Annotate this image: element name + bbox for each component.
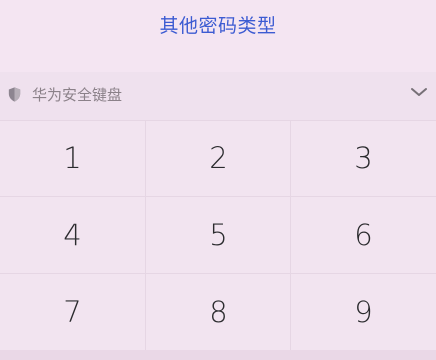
key-8[interactable]: 8 <box>146 274 291 350</box>
keyboard-title: 华为安全键盘 <box>32 86 123 104</box>
key-3[interactable]: 3 <box>291 120 436 196</box>
keypad-divider <box>145 120 146 360</box>
key-1[interactable]: 1 <box>0 120 145 196</box>
keypad-next-row-edge <box>0 350 436 360</box>
keypad-divider <box>0 273 436 274</box>
keypad-divider <box>0 196 436 197</box>
other-password-types-link[interactable]: 其他密码类型 <box>0 10 436 42</box>
chevron-down-icon[interactable] <box>409 84 429 100</box>
keypad-divider <box>0 120 436 121</box>
key-7[interactable]: 7 <box>0 274 145 350</box>
key-9[interactable]: 9 <box>291 274 436 350</box>
key-4[interactable]: 4 <box>0 197 145 273</box>
shield-icon <box>8 87 21 102</box>
key-5[interactable]: 5 <box>146 197 291 273</box>
keypad-divider <box>290 120 291 360</box>
key-6[interactable]: 6 <box>291 197 436 273</box>
numeric-keypad: 1 2 3 4 5 6 7 8 9 <box>0 120 436 360</box>
key-2[interactable]: 2 <box>146 120 291 196</box>
